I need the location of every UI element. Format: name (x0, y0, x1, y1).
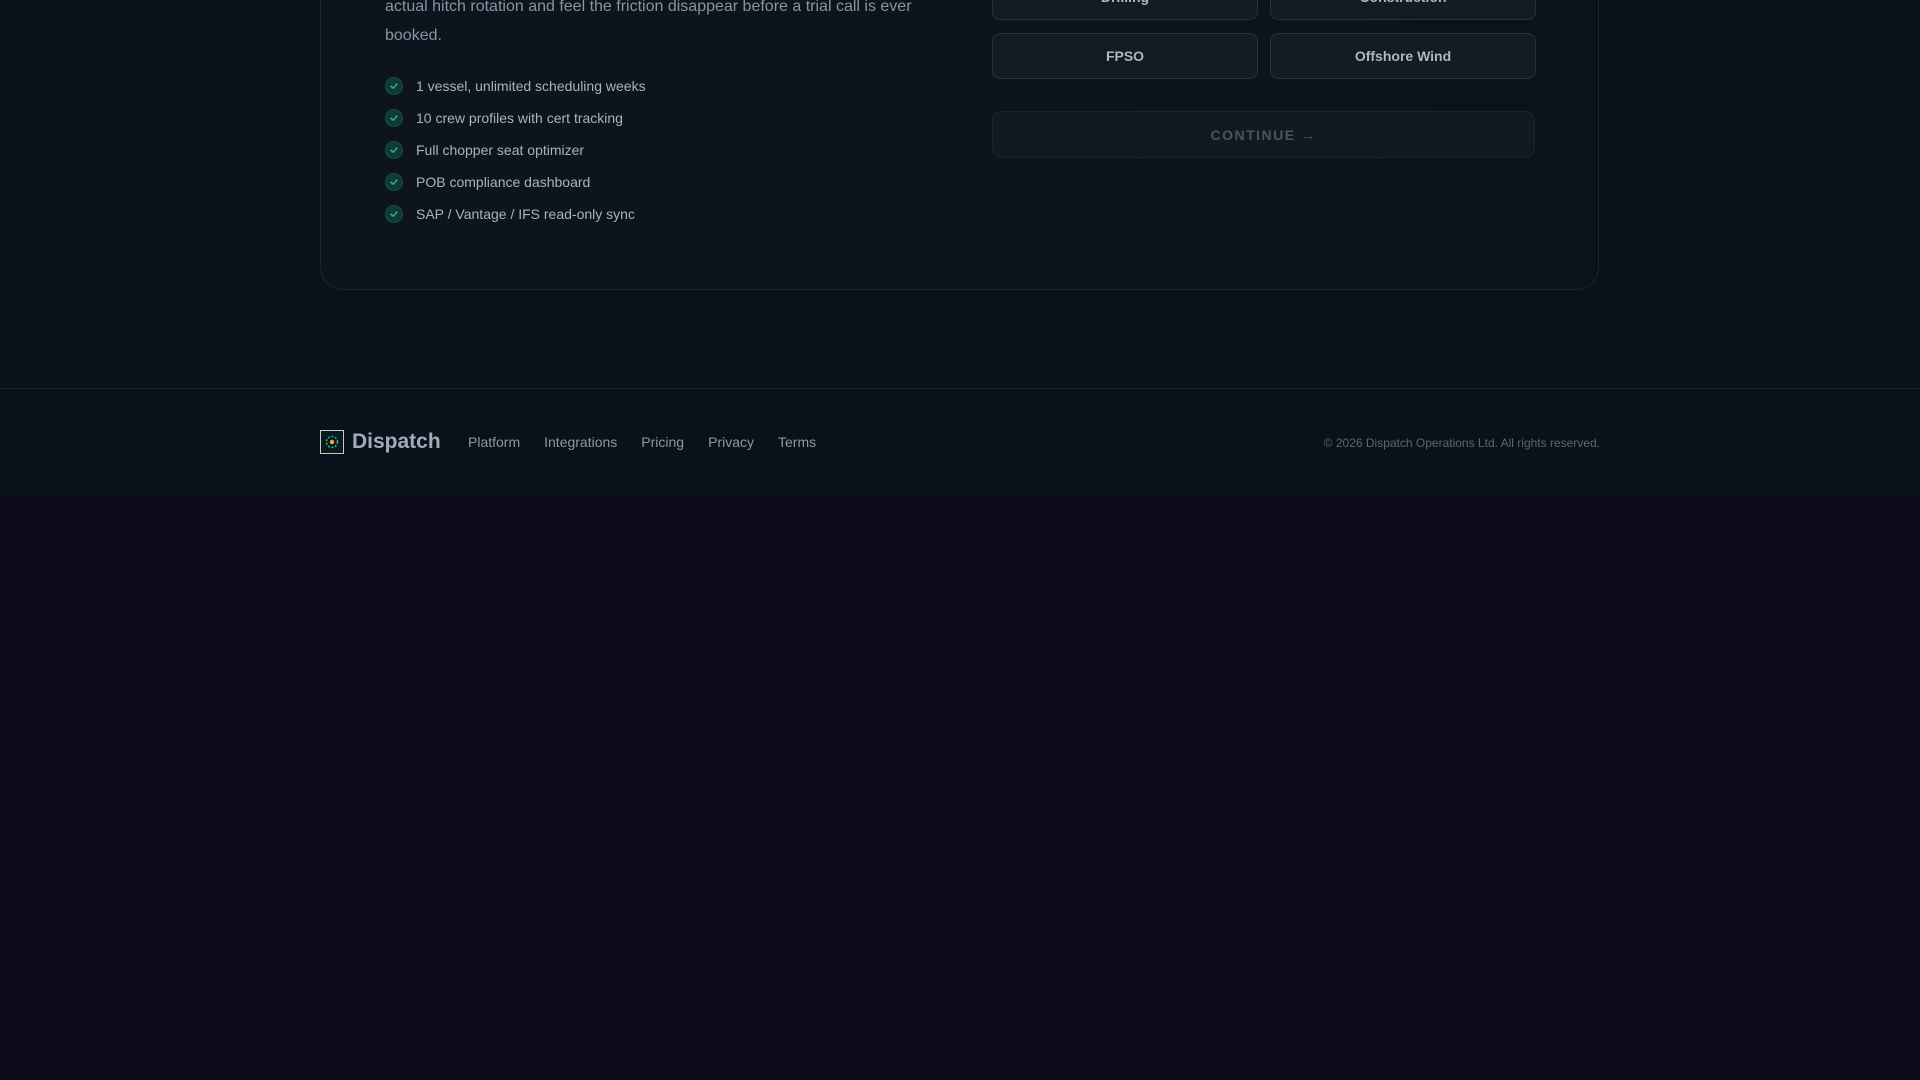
feature-label: POB compliance dashboard (416, 174, 591, 190)
plan-description: actual hitch rotation and feel the frict… (385, 0, 912, 44)
feature-item: 10 crew profiles with cert tracking (385, 108, 646, 128)
site-footer: Dispatch Platform Integrations Pricing P… (0, 388, 1920, 496)
check-icon (385, 173, 403, 191)
feature-label: SAP / Vantage / IFS read-only sync (416, 206, 635, 222)
continue-button[interactable]: CONTINUE → (992, 111, 1535, 158)
option-construction[interactable]: Construction (1270, 0, 1536, 20)
feature-item: Full chopper seat optimizer (385, 140, 646, 160)
footer-link-privacy[interactable]: Privacy (708, 434, 754, 450)
footer-link-pricing[interactable]: Pricing (641, 434, 684, 450)
option-fpso[interactable]: FPSO (992, 33, 1258, 79)
option-drilling[interactable]: Drilling (992, 0, 1258, 20)
check-icon (385, 109, 403, 127)
option-offshore-wind[interactable]: Offshore Wind (1270, 33, 1536, 79)
footer-link-terms[interactable]: Terms (778, 434, 816, 450)
feature-item: SAP / Vantage / IFS read-only sync (385, 204, 646, 224)
brand-name: Dispatch (352, 430, 441, 453)
signup-section: actual hitch rotation and feel the frict… (0, 0, 1920, 388)
feature-list: 1 vessel, unlimited scheduling weeks 10 … (385, 76, 646, 236)
copyright-text: © 2026 Dispatch Operations Ltd. All righ… (1323, 436, 1600, 450)
check-icon (385, 141, 403, 159)
feature-label: Full chopper seat optimizer (416, 142, 585, 158)
check-icon (385, 77, 403, 95)
check-icon (385, 205, 403, 223)
footer-link-platform[interactable]: Platform (468, 434, 520, 450)
footer-logo[interactable]: Dispatch (320, 430, 441, 454)
feature-item: POB compliance dashboard (385, 172, 646, 192)
footer-link-integrations[interactable]: Integrations (544, 434, 617, 450)
feature-label: 10 crew profiles with cert tracking (416, 110, 623, 126)
feature-item: 1 vessel, unlimited scheduling weeks (385, 76, 646, 96)
feature-label: 1 vessel, unlimited scheduling weeks (416, 78, 646, 94)
dispatch-logo-icon (320, 430, 344, 454)
footer-nav: Platform Integrations Pricing Privacy Te… (468, 434, 840, 450)
